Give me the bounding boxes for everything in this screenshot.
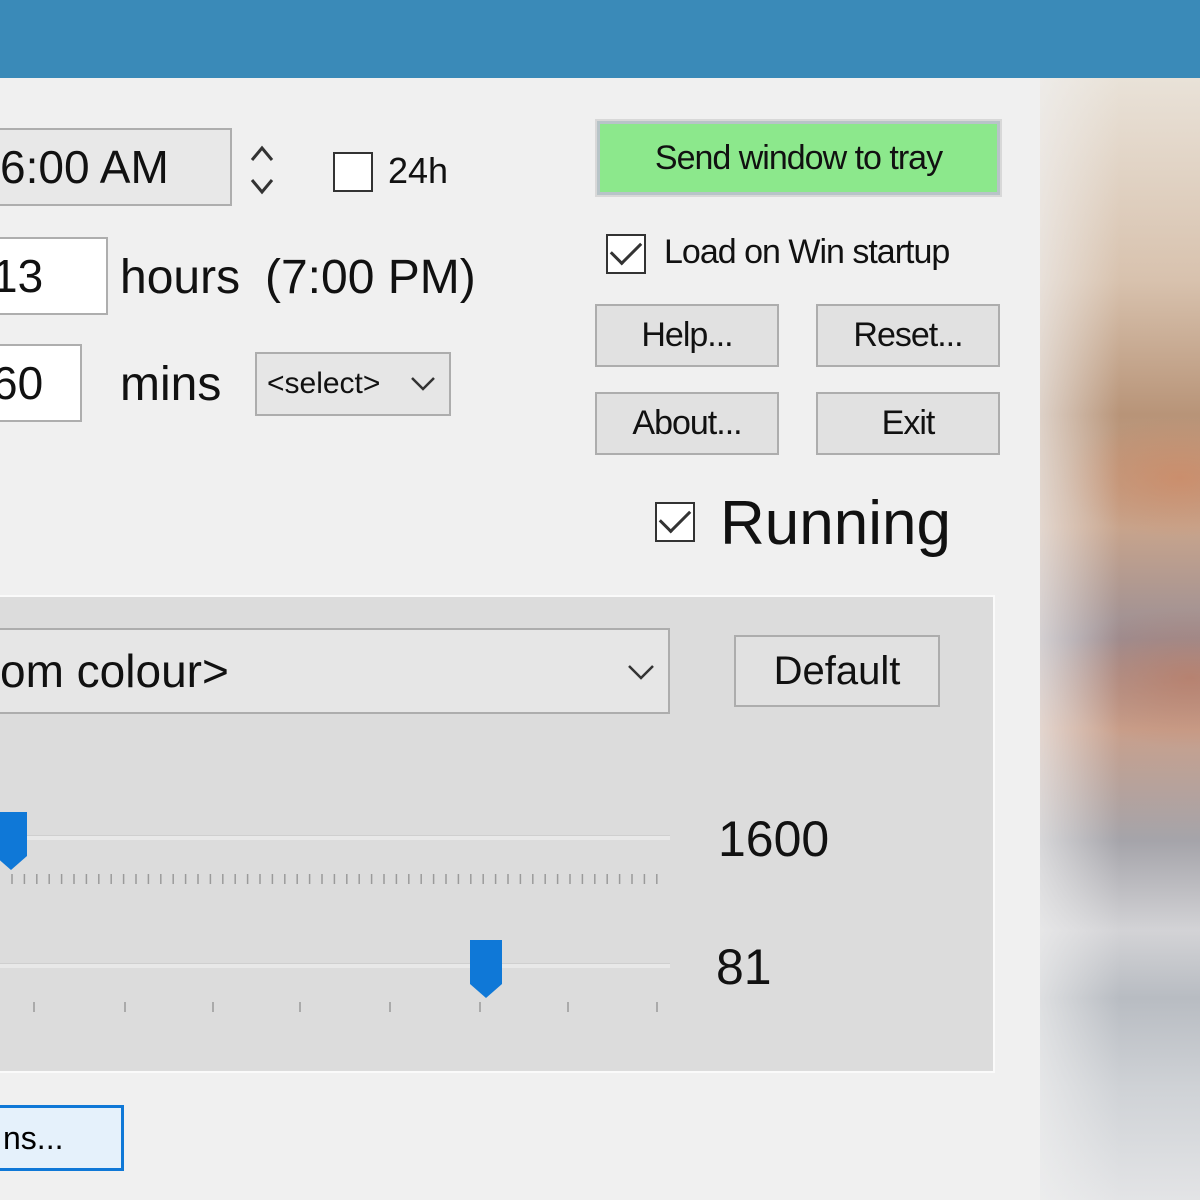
options-button[interactable]: ns... (0, 1105, 124, 1171)
running-label: Running (720, 489, 951, 558)
colour-select[interactable]: om colour> (0, 628, 670, 714)
hours-value: 13 (0, 250, 44, 302)
brightness-slider-track[interactable] (0, 963, 670, 968)
minutes-select-value: <select> (267, 367, 381, 400)
exit-button[interactable]: Exit (816, 392, 1000, 455)
reset-button[interactable]: Reset... (816, 304, 1000, 367)
end-time-label: (7:00 PM) (265, 251, 476, 304)
window-titlebar[interactable] (0, 0, 1200, 78)
minutes-field[interactable]: 60 (0, 344, 82, 422)
hours-label: hours (120, 251, 241, 304)
checkmark-icon (658, 501, 692, 534)
hours-field[interactable]: 13 (0, 237, 108, 315)
temperature-value: 1600 (718, 811, 830, 867)
temperature-slider-thumb[interactable] (0, 812, 27, 870)
start-time-field[interactable]: 6:00 AM (0, 128, 232, 206)
chevron-down-icon (628, 665, 654, 680)
brightness-value: 81 (716, 939, 772, 995)
checkmark-icon (609, 233, 643, 266)
24h-label: 24h (388, 150, 449, 191)
minutes-value: 60 (0, 357, 44, 409)
temperature-slider-ticks (11, 874, 658, 884)
24h-checkbox[interactable] (333, 152, 373, 192)
temperature-slider-track[interactable] (0, 835, 670, 840)
running-checkbox[interactable] (655, 501, 695, 542)
colour-select-value: om colour> (0, 645, 229, 697)
chevron-down-icon (411, 377, 435, 391)
minutes-select[interactable]: <select> (255, 352, 451, 416)
start-time-value: 6:00 AM (0, 141, 169, 193)
send-to-tray-button[interactable]: Send window to tray (595, 119, 1002, 197)
brightness-slider-thumb[interactable] (470, 940, 502, 998)
about-button[interactable]: About... (595, 392, 779, 455)
load-on-startup-checkbox[interactable] (606, 233, 646, 274)
background-fade (1000, 78, 1120, 1200)
brightness-slider-ticks (33, 1002, 658, 1012)
minutes-label: mins (120, 358, 222, 411)
options-button-label: ns... (3, 1119, 64, 1156)
default-button[interactable]: Default (734, 635, 940, 707)
load-on-startup-label: Load on Win startup (664, 233, 950, 271)
help-button[interactable]: Help... (595, 304, 779, 367)
time-spinner-icon[interactable] (246, 140, 278, 200)
